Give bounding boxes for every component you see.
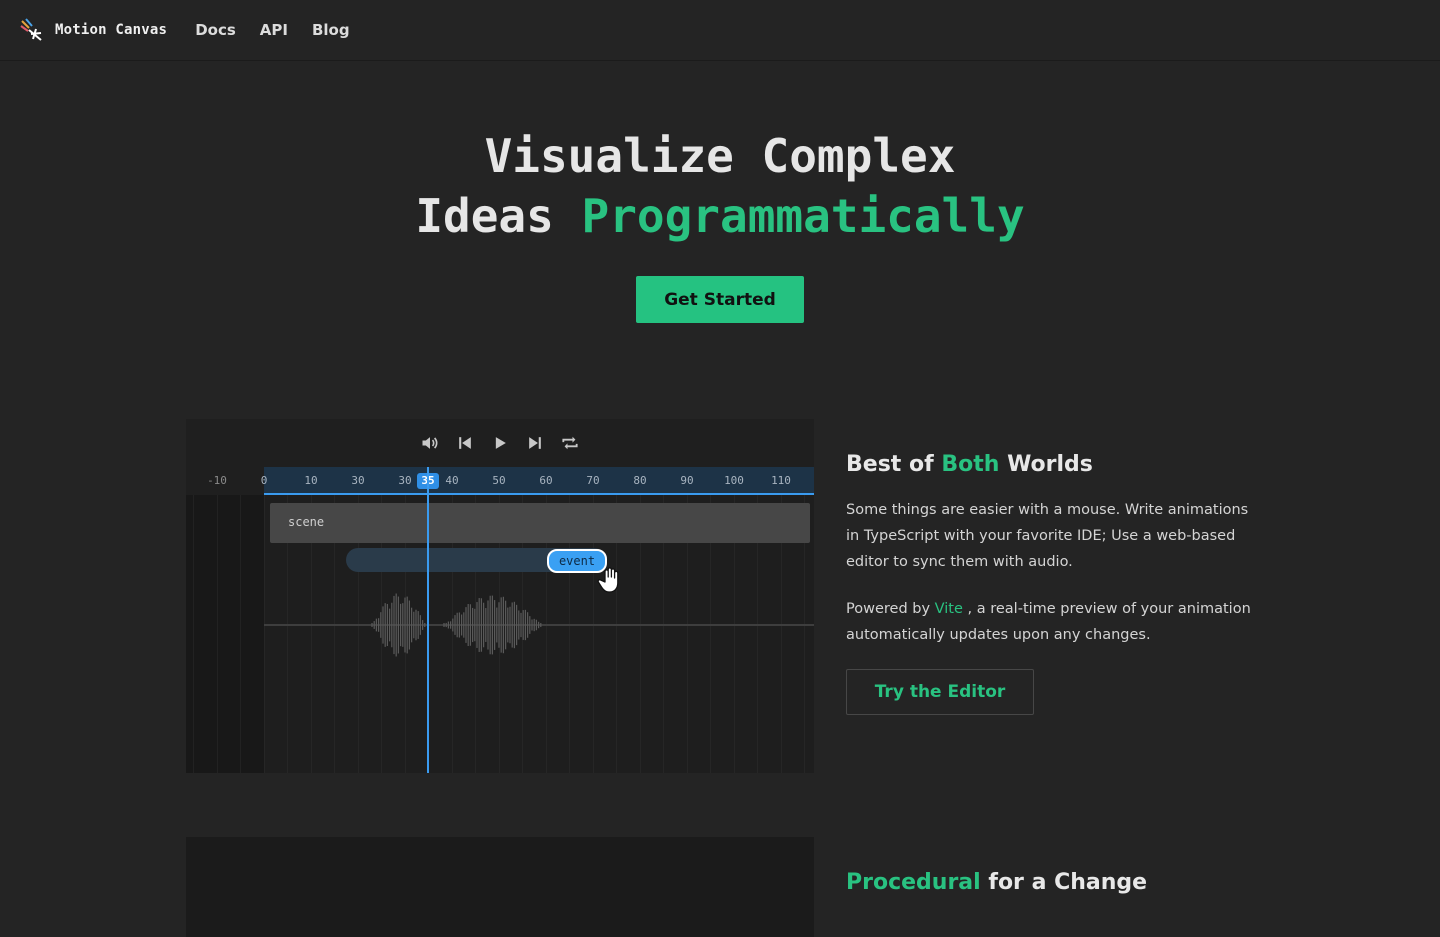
ruler-tick: 30 <box>351 474 365 487</box>
skip-forward-icon <box>529 437 541 449</box>
ruler-tick: 40 <box>445 474 459 487</box>
skip-forward-button[interactable] <box>518 428 553 458</box>
timeline-tracks: scene event <box>186 495 814 773</box>
feature-title-2: Procedural for a Change <box>846 870 1147 895</box>
powered-by-text: Powered by <box>846 601 931 617</box>
loop-icon <box>562 436 578 450</box>
ruler-tick: 60 <box>539 474 553 487</box>
playback-controls <box>186 419 814 467</box>
feature-title-b: Worlds <box>1007 452 1093 477</box>
loop-button[interactable] <box>553 428 588 458</box>
skip-back-icon <box>459 437 471 449</box>
feature-powered-by: Powered by Vite , a real-time preview of… <box>846 596 1266 648</box>
procedural-demo-panel <box>186 837 814 937</box>
skip-back-button[interactable] <box>448 428 483 458</box>
play-button[interactable] <box>483 428 518 458</box>
timeline-editor-demo: -10 0 10 30 30 40 50 60 70 80 90 100 110… <box>186 419 814 773</box>
ruler-tick: 70 <box>586 474 600 487</box>
brand-name: Motion Canvas <box>55 22 168 38</box>
ruler-tick: 50 <box>492 474 506 487</box>
nav-link-docs[interactable]: Docs <box>195 21 236 39</box>
try-the-editor-button[interactable]: Try the Editor <box>846 669 1034 715</box>
hero-title-line2-accent: Programmatically <box>581 189 1025 243</box>
feature-title-2-accent: Procedural <box>846 870 981 895</box>
feature-title: Best of Both Worlds <box>846 452 1093 477</box>
ruler-tick: 10 <box>304 474 318 487</box>
feature-title-a: Best of <box>846 452 934 477</box>
audio-waveform <box>371 593 542 657</box>
ruler-tick: 30 <box>398 474 412 487</box>
top-navbar: Motion Canvas Docs API Blog <box>0 0 1440 60</box>
volume-button[interactable] <box>413 428 448 458</box>
ruler-tick: 100 <box>724 474 744 487</box>
ruler-tick: -10 <box>207 474 227 487</box>
volume-icon <box>422 437 438 449</box>
hero-title-line1: Visualize Complex <box>484 129 956 183</box>
nav-link-blog[interactable]: Blog <box>312 21 350 39</box>
feature-title-2-rest: for a Change <box>988 870 1148 895</box>
ruler-tick: 90 <box>680 474 694 487</box>
nav-link-api[interactable]: API <box>260 21 288 39</box>
get-started-button[interactable]: Get Started <box>636 276 804 323</box>
brand-logo-link[interactable]: Motion Canvas <box>20 18 167 42</box>
scene-track[interactable]: scene <box>270 503 810 543</box>
hero-title: Visualize Complex Ideas Programmatically <box>0 126 1440 246</box>
motion-canvas-logo-icon <box>20 18 42 41</box>
scene-label: scene <box>288 515 325 529</box>
gutter-lines <box>186 495 264 773</box>
feature-title-accent: Both <box>941 452 1000 477</box>
ruler-tick: 80 <box>633 474 647 487</box>
ruler-tick: 0 <box>260 474 268 487</box>
playhead-line[interactable] <box>427 467 429 773</box>
play-icon <box>495 437 506 449</box>
timeline-ruler[interactable]: -10 0 10 30 30 40 50 60 70 80 90 100 110… <box>186 467 814 495</box>
feature-description: Some things are easier with a mouse. Wri… <box>846 502 1249 570</box>
ruler-tick: 110 <box>771 474 791 487</box>
hero-title-line2-plain: Ideas <box>415 189 554 243</box>
vite-link[interactable]: Vite <box>935 601 963 617</box>
